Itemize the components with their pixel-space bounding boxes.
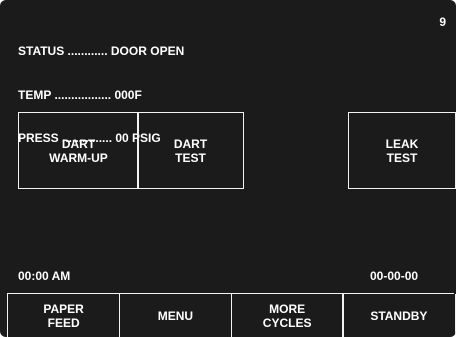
more-cycles-label-line2: CYCLES	[262, 315, 312, 330]
leak-test-label-line2: TEST	[386, 150, 418, 165]
leak-test-button[interactable]: LEAK TEST	[348, 112, 456, 189]
clock-time: 00:00 AM	[18, 269, 71, 283]
dart-warmup-button[interactable]: DART WARM-UP	[18, 112, 139, 189]
more-cycles-button[interactable]: MORE CYCLES	[230, 294, 344, 337]
status-line: STATUS ............ DOOR OPEN	[18, 44, 185, 58]
menu-button[interactable]: MENU	[118, 294, 232, 337]
menu-label: MENU	[157, 308, 194, 323]
leak-test-label-line1: LEAK	[385, 136, 419, 151]
standby-button[interactable]: STANDBY	[342, 294, 456, 337]
dart-test-label-line1: DART	[173, 136, 208, 151]
dart-warmup-label-line1: DART	[61, 136, 96, 151]
control-screen: STATUS ............ DOOR OPEN TEMP .....…	[0, 0, 456, 337]
paper-feed-label-line1: PAPER	[43, 301, 84, 316]
temp-line: TEMP ................. 000F	[18, 87, 142, 102]
standby-label: STANDBY	[370, 308, 428, 323]
paper-feed-label-line2: FEED	[47, 315, 80, 330]
more-cycles-label-line1: MORE	[269, 301, 306, 316]
dart-test-label-line2: TEST	[175, 150, 206, 165]
paper-feed-button[interactable]: PAPER FEED	[7, 294, 121, 337]
dart-test-button[interactable]: DART TEST	[137, 112, 244, 189]
page-number: 9	[439, 15, 446, 29]
soft-key-bar: PAPER FEED MENU MORE CYCLES STANDBY	[7, 293, 456, 337]
clock-date: 00-00-00	[370, 269, 419, 283]
dart-warmup-label-line2: WARM-UP	[49, 150, 108, 165]
